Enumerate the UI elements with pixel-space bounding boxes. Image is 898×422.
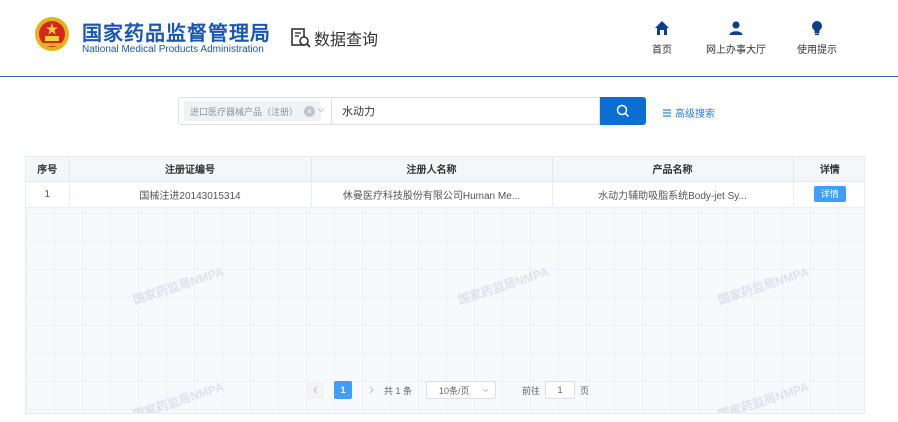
agency-title[interactable]: 国家药品监督管理局	[82, 17, 271, 46]
table-header-row: 序号 注册证编号 注册人名称 产品名称 详情	[26, 157, 864, 182]
page-size-value: 10条/页	[439, 385, 470, 396]
table-row[interactable]: 1 国械注进20143015314 休曼医疗科技股份有限公司Human Me..…	[26, 181, 864, 208]
detail-button[interactable]: 详情	[813, 186, 846, 202]
results-panel: 国家药监局NMPA 国家药监局NMPA 国家药监局NMPA 国家药监局NMPA …	[25, 156, 865, 414]
col-header-cert-no: 注册证编号	[69, 157, 312, 182]
chevron-left-icon	[312, 386, 317, 394]
cell-cert-no: 国械注进20143015314	[69, 181, 312, 208]
data-query-title: 数据查询	[290, 26, 378, 50]
user-icon	[729, 21, 743, 35]
nav-home[interactable]: 首页	[652, 20, 672, 60]
nav-usage-tips-label: 使用提示	[797, 45, 837, 56]
col-header-index: 序号	[26, 157, 70, 182]
tag-close-icon[interactable]: ×	[304, 105, 316, 117]
col-header-detail: 详情	[793, 157, 864, 182]
page-size-select[interactable]: 10条/页	[426, 381, 497, 399]
cell-product: 水动力辅助吸脂系统Body-jet Sy...	[552, 181, 794, 208]
goto-prefix: 前往	[522, 385, 541, 396]
prev-page-button[interactable]	[306, 381, 324, 399]
total-count: 共 1 条	[384, 385, 413, 396]
category-tag: 进口医疗器械产品（注册） ×	[184, 101, 322, 121]
chevron-right-icon	[369, 386, 374, 394]
category-select[interactable]: 进口医疗器械产品（注册） ×	[178, 97, 332, 125]
pagination: 1 共 1 条 10条/页 前往 1 页	[306, 380, 589, 400]
goto-page-input[interactable]: 1	[545, 381, 576, 399]
lightbulb-icon	[812, 21, 822, 36]
document-search-icon	[291, 28, 311, 48]
advanced-search-label: 高级搜索	[675, 109, 715, 120]
section-title: 数据查询	[314, 32, 379, 49]
site-header: 国家药品监督管理局 National Medical Products Admi…	[0, 0, 898, 77]
nav-home-label: 首页	[652, 45, 672, 56]
filter-icon	[663, 108, 671, 117]
search-icon	[616, 104, 630, 118]
nav-online-hall[interactable]: 网上办事大厅	[706, 20, 766, 60]
cell-registrant: 休曼医疗科技股份有限公司Human Me...	[311, 181, 553, 208]
results-table: 序号 注册证编号 注册人名称 产品名称 详情 1 国械注进20143015314…	[26, 157, 864, 208]
search-button[interactable]	[600, 97, 646, 125]
goto-suffix: 页	[580, 385, 590, 396]
cell-index: 1	[26, 181, 70, 208]
chevron-down-icon[interactable]	[317, 106, 325, 114]
national-emblem-icon[interactable]	[34, 16, 70, 52]
advanced-search-link[interactable]: 高级搜索	[662, 105, 715, 120]
col-header-product: 产品名称	[552, 157, 794, 182]
cell-detail: 详情	[793, 181, 864, 208]
page-number-active[interactable]: 1	[334, 381, 352, 399]
chevron-down-icon	[482, 388, 489, 393]
home-icon	[655, 21, 669, 35]
search-input[interactable]: 水动力	[332, 97, 600, 125]
next-page-button[interactable]	[362, 381, 380, 399]
nav-online-hall-label: 网上办事大厅	[706, 45, 766, 56]
agency-title-en[interactable]: National Medical Products Administration	[82, 44, 264, 55]
nav-usage-tips[interactable]: 使用提示	[797, 20, 837, 60]
col-header-registrant: 注册人名称	[311, 157, 553, 182]
category-tag-label: 进口医疗器械产品（注册）	[190, 106, 299, 117]
